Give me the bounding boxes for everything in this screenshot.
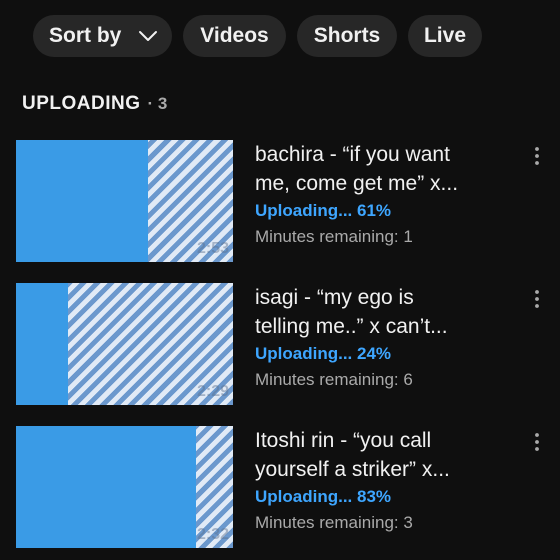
video-title-line: me, come get me” x...: [255, 172, 459, 195]
duration-badge: 2:29: [196, 383, 229, 400]
upload-item[interactable]: 2:29 isagi - “my ego is telling me..” x …: [16, 283, 560, 407]
sort-by-label: Sort by: [49, 24, 122, 47]
filter-chips: Sort by Videos Shorts Live: [33, 15, 482, 57]
more-vert-icon[interactable]: [528, 144, 546, 168]
video-title-line: telling me..” x can’t...: [255, 315, 448, 338]
time-remaining: Minutes remaining: 3: [255, 513, 413, 532]
video-thumbnail[interactable]: 2:53: [16, 140, 233, 262]
uploads-page: Sort by Videos Shorts Live UPLOADING · 3…: [0, 0, 560, 560]
chevron-down-icon: [139, 31, 157, 41]
upload-status: Uploading... 83%: [255, 487, 392, 506]
upload-progress-fill: [16, 283, 69, 405]
upload-progress-fill: [16, 140, 149, 262]
video-thumbnail[interactable]: 2:29: [16, 283, 233, 405]
video-title[interactable]: isagi - “my ego is telling me..” x can’t…: [255, 283, 515, 341]
upload-status: Uploading... 61%: [255, 201, 392, 220]
video-title-line: Itoshi rin - “you call: [255, 429, 432, 452]
section-count: · 3: [147, 94, 168, 113]
more-vert-icon[interactable]: [528, 287, 546, 311]
upload-item[interactable]: 2:32 Itoshi rin - “you call yourself a s…: [16, 426, 560, 550]
time-remaining: Minutes remaining: 6: [255, 370, 413, 389]
video-title-line: isagi - “my ego is: [255, 286, 414, 309]
upload-info: bachira - “if you want me, come get me” …: [255, 140, 515, 249]
upload-info: isagi - “my ego is telling me..” x can’t…: [255, 283, 515, 392]
sort-by-chip[interactable]: Sort by: [33, 15, 172, 57]
time-remaining: Minutes remaining: 1: [255, 227, 413, 246]
shorts-chip[interactable]: Shorts: [297, 15, 397, 57]
upload-info: Itoshi rin - “you call yourself a strike…: [255, 426, 515, 535]
upload-status: Uploading... 24%: [255, 344, 392, 363]
video-thumbnail[interactable]: 2:32: [16, 426, 233, 548]
section-header: UPLOADING · 3: [22, 93, 167, 115]
more-vert-icon[interactable]: [528, 430, 546, 454]
duration-badge: 2:32: [196, 526, 229, 543]
duration-badge: 2:53: [196, 240, 229, 257]
upload-item[interactable]: 2:53 bachira - “if you want me, come get…: [16, 140, 560, 264]
videos-chip[interactable]: Videos: [183, 15, 286, 57]
live-chip[interactable]: Live: [408, 15, 482, 57]
video-title[interactable]: bachira - “if you want me, come get me” …: [255, 140, 515, 198]
upload-progress-fill: [16, 426, 197, 548]
video-title[interactable]: Itoshi rin - “you call yourself a strike…: [255, 426, 515, 484]
video-title-line: yourself a striker” x...: [255, 458, 450, 481]
video-title-line: bachira - “if you want: [255, 143, 450, 166]
section-title: UPLOADING: [22, 93, 141, 114]
